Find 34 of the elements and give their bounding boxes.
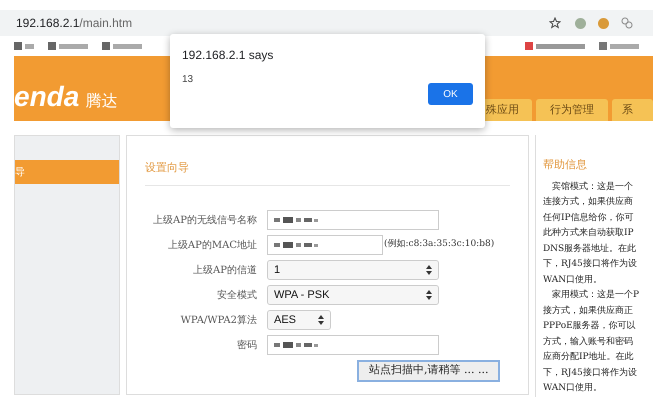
help-text-line: 方式，输入账号和密码 [542, 336, 633, 348]
field-label: 上级AP的信道 [192, 264, 258, 278]
dialog-message: 13 [182, 73, 194, 87]
help-text-line: 连接方式，如果供应商 [542, 196, 633, 209]
field-label: 密码 [236, 338, 258, 352]
help-text-line: 应商分配IP地址。在此 [542, 350, 634, 364]
select-field[interactable]: WPA - PSK [266, 285, 439, 305]
help-text-line: 下，RJ45接口将作为设 [542, 258, 637, 271]
nav-tab[interactable]: 行为管理 [536, 99, 608, 121]
help-text-line: 下，RJ45接口将作为设 [542, 366, 637, 380]
help-text-line: 此种方式来自动获取IP [542, 226, 634, 240]
help-text-line: 家用模式：这是一个P [550, 288, 639, 302]
field-label: 安全模式 [216, 288, 258, 302]
field-label: 上级AP的MAC地址 [166, 238, 258, 252]
field-label: WPA/WPA2算法 [180, 314, 258, 328]
help-text-line: 宾馆模式：这是一个 [550, 180, 633, 194]
brand-logo-chinese: 腾达 [85, 90, 118, 112]
help-text-line: 任何IP信息给你，你可 [542, 212, 634, 224]
help-text-line: WAN口使用。 [542, 382, 602, 395]
brand-logo: enda [14, 80, 80, 114]
select-field[interactable]: AES [266, 310, 331, 330]
field-label: 上级AP的无线信号名称 [152, 214, 258, 228]
scan-button[interactable]: 站点扫描中,请稍等 ... ... [356, 360, 500, 382]
nav-tab[interactable]: 系 [612, 99, 653, 121]
dialog-title: 192.168.2.1 says [182, 47, 274, 64]
field-hint: (例如:c8:3a:35:3c:10:b8) [384, 238, 494, 252]
help-text-line: DNS服务器地址。在此 [542, 242, 636, 256]
help-text-line: 接方式，如果供应商正 [542, 304, 633, 318]
select-field[interactable]: 1 [266, 260, 439, 280]
section-title: 设置向导 [144, 160, 510, 186]
help-text-line: WAN口使用。 [542, 274, 602, 286]
ok-button[interactable]: OK [428, 83, 473, 105]
help-text-line: PPPoE服务器，你可以 [542, 320, 636, 333]
help-title: 帮助信息 [542, 157, 588, 173]
